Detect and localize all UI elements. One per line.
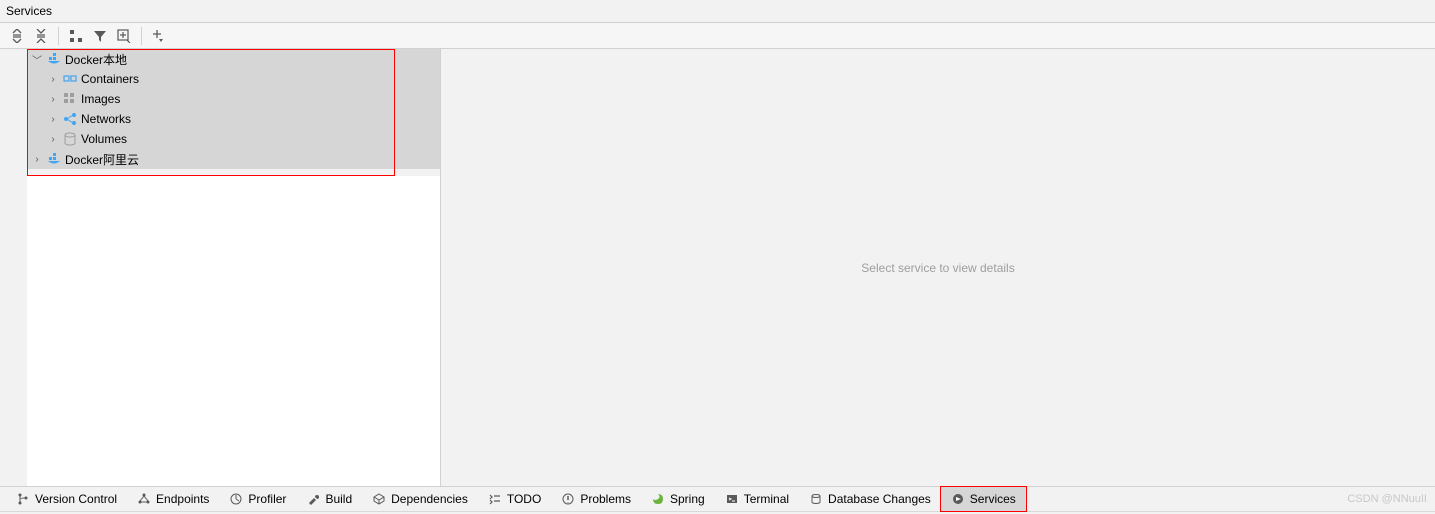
chevron-right-icon: › [47,94,59,105]
tab-label: Endpoints [156,492,209,506]
main-area: ﹀ Docker本地 › Containers › [0,49,1435,486]
panel-title-bar: Services [0,0,1435,23]
database-icon [809,492,823,506]
spring-icon [651,492,665,506]
tab-label: Spring [670,492,705,506]
collapse-all-button[interactable] [30,25,52,47]
tab-endpoints[interactable]: Endpoints [127,487,219,511]
tree-node-containers[interactable]: › Containers [27,69,440,89]
branch-icon [16,492,30,506]
tab-services[interactable]: Services [941,487,1026,511]
tree-node-images[interactable]: › Images [27,89,440,109]
tab-todo[interactable]: TODO [478,487,551,511]
tab-build[interactable]: Build [296,487,362,511]
tab-database-changes[interactable]: Database Changes [799,487,941,511]
networks-icon [63,112,77,126]
panel-title: Services [6,4,52,18]
watermark: CSDN @NNuuII [1347,493,1427,505]
tree-node-volumes[interactable]: › Volumes [27,129,440,149]
chevron-right-icon: › [47,74,59,85]
tree-node-networks[interactable]: › Networks [27,109,440,129]
tab-version-control[interactable]: Version Control [6,487,127,511]
open-new-tab-button[interactable] [113,25,135,47]
tree-node-docker-aliyun[interactable]: › Docker阿里云 [27,149,440,169]
tree-node-docker-local[interactable]: ﹀ Docker本地 [27,49,440,69]
tab-label: Services [970,492,1016,506]
group-by-button[interactable] [65,25,87,47]
tree-empty-area [27,176,440,486]
tree-node-label: Volumes [81,132,127,146]
tab-spring[interactable]: Spring [641,487,715,511]
chevron-right-icon: › [31,154,43,165]
docker-icon [47,152,61,166]
docker-icon [47,52,61,66]
tab-terminal[interactable]: Terminal [715,487,799,511]
tree-node-label: Docker本地 [65,51,127,68]
tab-label: Profiler [248,492,286,506]
tab-dependencies[interactable]: Dependencies [362,487,478,511]
chevron-right-icon: › [47,134,59,145]
tree-node-label: Docker阿里云 [65,151,139,168]
add-service-button[interactable] [148,25,170,47]
tab-label: Terminal [744,492,789,506]
filter-button[interactable] [89,25,111,47]
services-tree[interactable]: ﹀ Docker本地 › Containers › [27,49,440,169]
todo-icon [488,492,502,506]
detail-placeholder: Select service to view details [861,261,1014,275]
profiler-icon [229,492,243,506]
endpoints-icon [137,492,151,506]
tab-profiler[interactable]: Profiler [219,487,296,511]
detail-panel: Select service to view details [441,49,1435,486]
chevron-down-icon: ﹀ [31,52,43,67]
tree-node-label: Containers [81,72,139,86]
dependencies-icon [372,492,386,506]
tab-label: Database Changes [828,492,931,506]
services-tree-panel: ﹀ Docker本地 › Containers › [0,49,441,486]
tab-label: Version Control [35,492,117,506]
expand-all-button[interactable] [6,25,28,47]
volumes-icon [63,132,77,146]
problems-icon [561,492,575,506]
chevron-right-icon: › [47,114,59,125]
tab-label: Build [325,492,352,506]
services-toolbar [0,23,1435,49]
terminal-icon [725,492,739,506]
tab-label: Dependencies [391,492,468,506]
tab-label: TODO [507,492,541,506]
containers-icon [63,72,77,86]
tree-node-label: Images [81,92,120,106]
toolbar-separator [58,27,59,45]
services-icon [951,492,965,506]
build-icon [306,492,320,506]
toolbar-separator [141,27,142,45]
tab-problems[interactable]: Problems [551,487,641,511]
tree-node-label: Networks [81,112,131,126]
tab-label: Problems [580,492,631,506]
tool-window-bar: Version Control Endpoints Profiler Build… [0,486,1435,512]
images-icon [63,92,77,106]
